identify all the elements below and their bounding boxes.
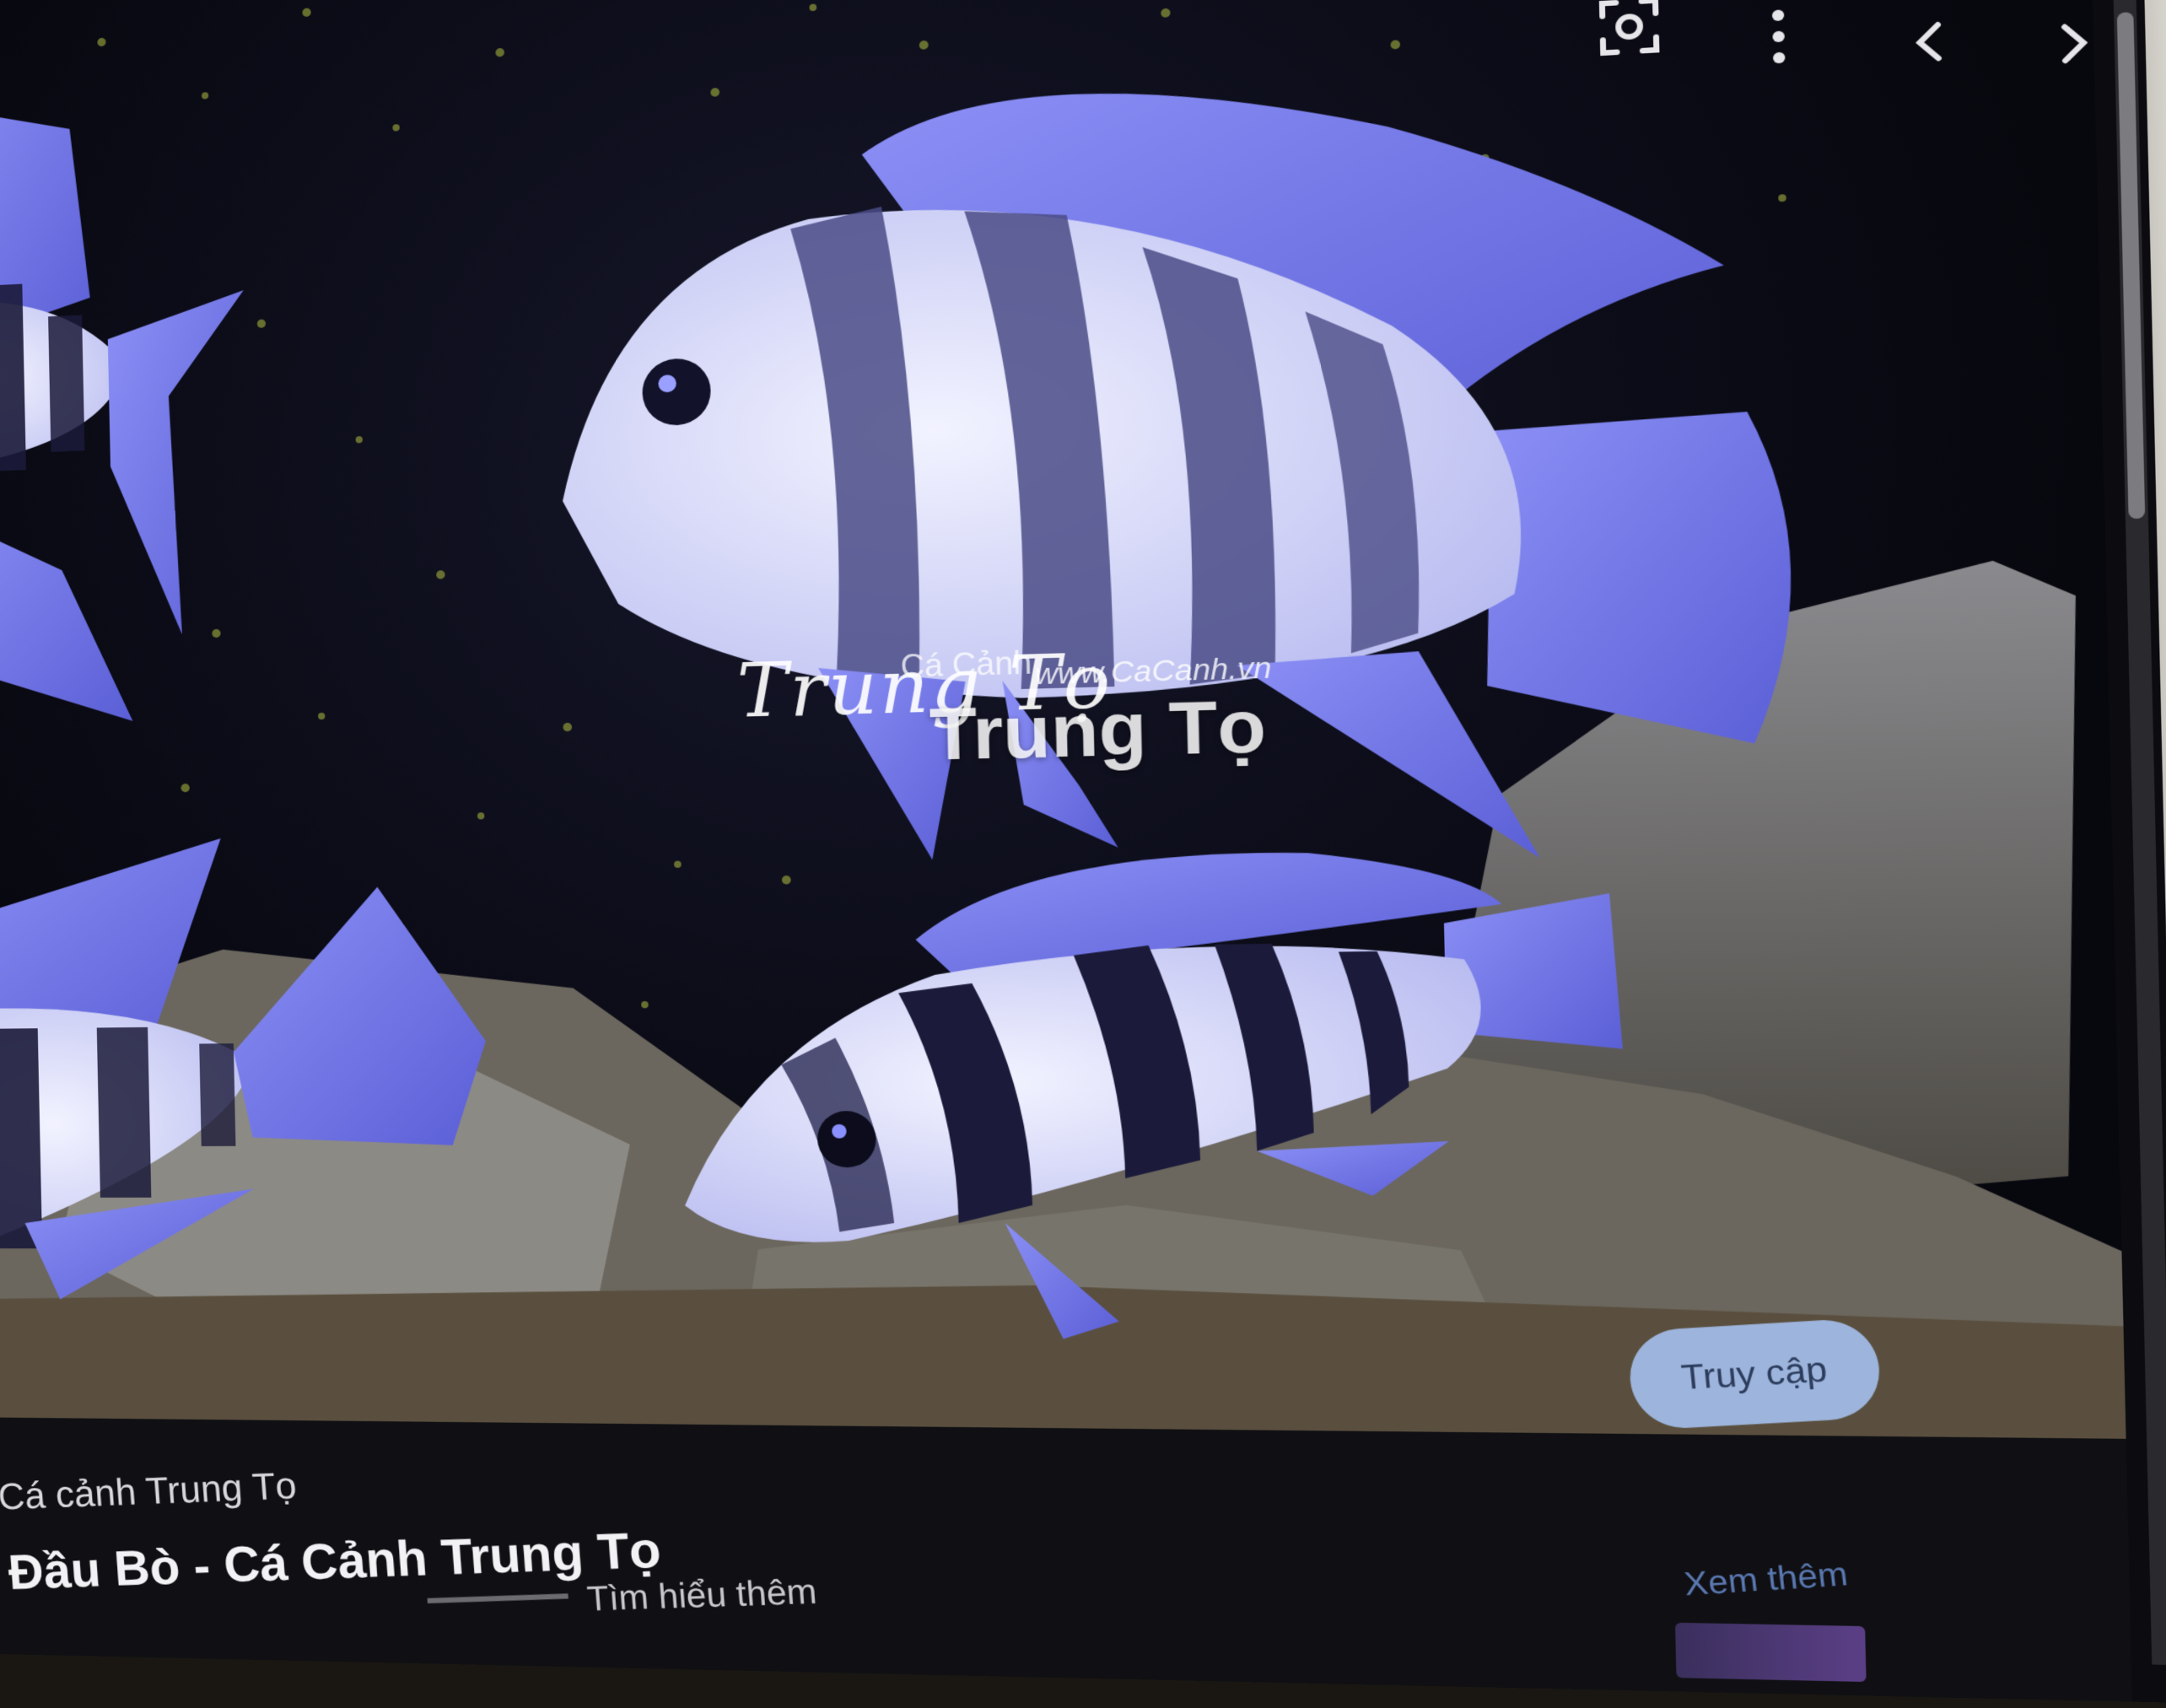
browser-screen: Trung Tọ Cá Cảnh www.CaCanh.vn Trung Tọ … [0,0,2166,1703]
visit-button[interactable]: Truy cập [1625,1317,1883,1431]
scrollbar-thumb[interactable] [2117,12,2145,519]
chevron-right-icon[interactable] [2042,13,2105,73]
monitor: Trung Tọ Cá Cảnh www.CaCanh.vn Trung Tọ … [0,0,2166,1708]
learn-more-link[interactable]: Tìm hiểu thêm [585,1572,818,1619]
google-lens-icon[interactable] [1594,0,1665,61]
watermark-big: Trung Tọ [929,682,1267,777]
chevron-left-icon[interactable] [1899,13,1961,72]
image-preview[interactable]: Trung Tọ Cá Cảnh www.CaCanh.vn Trung Tọ … [0,0,2126,1439]
more-vertical-icon[interactable] [1758,3,1799,70]
watermark-small: Cá Cảnh [900,644,1032,685]
related-thumbnail[interactable] [1675,1623,1867,1682]
